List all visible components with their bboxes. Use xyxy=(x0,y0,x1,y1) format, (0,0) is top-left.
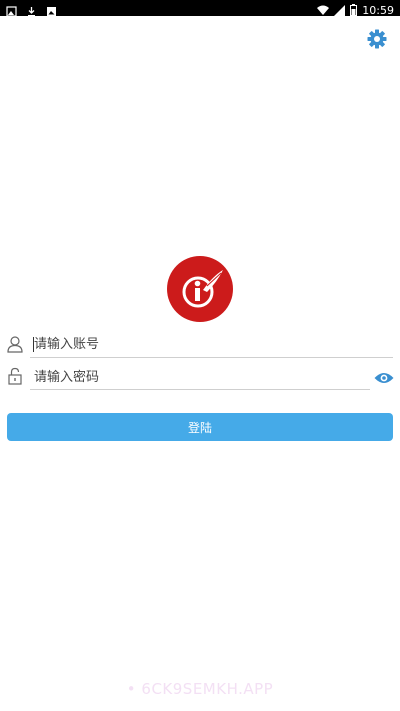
account-field[interactable] xyxy=(30,330,397,360)
settings-button[interactable] xyxy=(366,28,388,50)
eye-icon xyxy=(374,370,394,389)
status-bar: 10:59 xyxy=(0,0,400,17)
status-bar-left xyxy=(6,2,57,21)
password-underline xyxy=(30,389,370,390)
toggle-password-button[interactable] xyxy=(374,370,394,384)
watermark: • 6CK9SEMKH.APP xyxy=(0,680,400,698)
signal-icon xyxy=(334,1,346,20)
password-input[interactable] xyxy=(30,363,374,391)
download-icon xyxy=(26,2,37,21)
status-time: 10:59 xyxy=(362,3,394,17)
gear-icon xyxy=(366,29,388,54)
photo-icon xyxy=(46,2,57,21)
image-icon xyxy=(6,2,17,21)
watermark-dot: • xyxy=(126,680,142,698)
app-logo xyxy=(167,256,233,322)
login-button[interactable]: 登陆 xyxy=(7,413,393,441)
lock-icon xyxy=(6,367,24,385)
watermark-text: 6CK9SEMKH.APP xyxy=(141,680,274,698)
user-icon xyxy=(6,335,24,353)
text-cursor xyxy=(33,337,34,352)
account-underline xyxy=(30,357,393,358)
battery-icon xyxy=(350,1,358,20)
account-input[interactable] xyxy=(30,330,397,358)
wifi-icon xyxy=(317,1,330,20)
status-bar-right: 10:59 xyxy=(317,1,394,20)
